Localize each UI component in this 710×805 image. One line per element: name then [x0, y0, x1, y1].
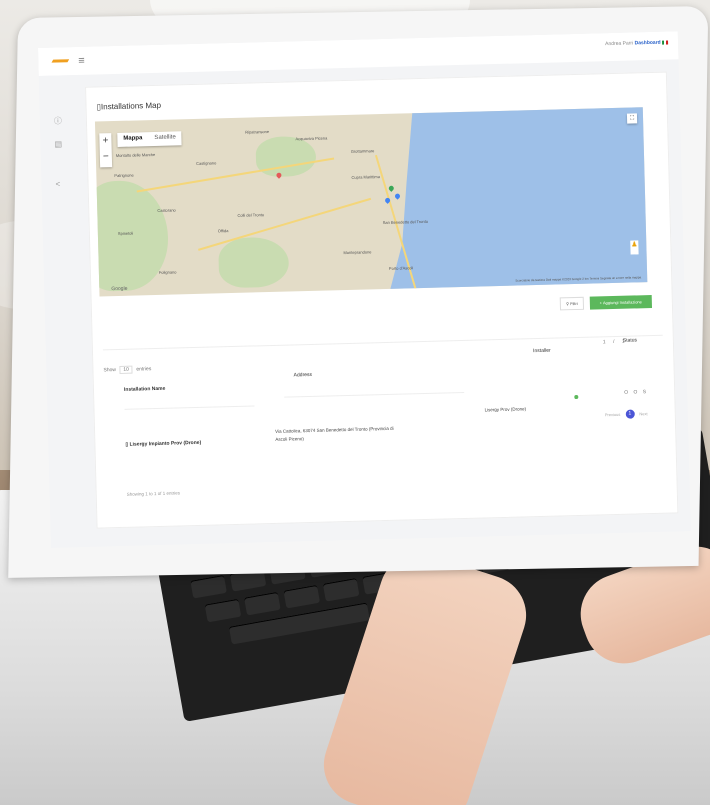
hamburger-menu-icon[interactable]: ≡ [78, 55, 85, 67]
key [322, 577, 360, 602]
map-town-label: Colli del Tronto [237, 212, 265, 218]
zoom-out-button[interactable]: − [100, 149, 112, 165]
pager-previous[interactable]: Previous [605, 412, 621, 417]
installations-map[interactable]: Ripatransone Acquaviva Picena Grottammar… [94, 107, 648, 297]
installation-address-cell: Via Cattolica, 63074 San Benedetto del T… [275, 425, 394, 442]
map-road [198, 197, 372, 251]
map-town-label: Castorano [157, 207, 176, 213]
table-info: Showing 1 to 1 of 1 entries [126, 490, 181, 497]
map-type-tabs: Mappa Satellite [117, 131, 182, 147]
user-name: Andrea Parri [605, 40, 634, 48]
photo-scene: ≡ Andrea Parri Dashboard ⓘ ▤ < ▯Installa… [0, 0, 710, 805]
key [283, 584, 321, 609]
key [190, 574, 227, 599]
pagination: Previous 1 Next [605, 409, 648, 419]
map-town-label: Montalto delle Marche [115, 151, 156, 158]
map-town-label: Ripatransone [245, 128, 270, 135]
brand-logo [51, 59, 70, 63]
list-icon[interactable]: ▤ [54, 139, 62, 148]
installation-marker[interactable] [387, 184, 395, 192]
map-town-label: Monteprandone [343, 249, 372, 256]
map-zoom-control[interactable]: + − [99, 133, 113, 168]
map-town-label: Folignano [158, 269, 177, 275]
map-town-label: Porto d'Ascoli [388, 265, 414, 271]
map-town-label: Acquaviva Picena [295, 135, 328, 142]
row-action-icons[interactable]: O O S [624, 389, 648, 396]
installer-cell: Lisergy Prov (Drone) [484, 406, 527, 413]
map-town-label: Grottammare [350, 148, 375, 154]
map-town-label: Cupra Marittima [351, 174, 381, 180]
divider [102, 334, 663, 351]
fullscreen-icon[interactable]: ⛶ [626, 113, 638, 124]
italian-flag-icon[interactable] [662, 40, 669, 45]
column-header-address[interactable]: Address [294, 372, 312, 378]
column-header-name[interactable]: Installation Name [124, 386, 166, 393]
entries-length-control: Show 10 entries [103, 365, 152, 374]
name-filter-input[interactable] [124, 395, 255, 410]
key [204, 598, 242, 623]
column-header-status[interactable]: Status [623, 337, 637, 343]
map-road [136, 157, 335, 193]
page-title: ▯Installations Map [96, 100, 162, 112]
laptop-screen: ≡ Andrea Parri Dashboard ⓘ ▤ < ▯Installa… [38, 31, 691, 548]
map-park-area [94, 179, 170, 292]
map-park-area [218, 236, 290, 289]
street-view-pegman-icon[interactable]: ♟ [630, 240, 639, 255]
google-logo: Google [111, 285, 128, 293]
filter-button[interactable]: ⚲ Filtri [559, 296, 584, 311]
map-town-label: Offida [217, 228, 229, 234]
installations-panel: ▯Installations Map Ripatransone Acquaviv… [85, 71, 679, 529]
entries-select[interactable]: 10 [119, 365, 134, 374]
map-town-label: Castignano [196, 160, 217, 166]
column-header-installer[interactable]: Installer [533, 348, 551, 354]
tab-satellite[interactable]: Satellite [148, 131, 182, 146]
info-icon[interactable]: ⓘ [54, 115, 62, 126]
key [244, 591, 281, 616]
panel-actions: ⚲ Filtri + Aggiungi Installazione [559, 295, 653, 311]
tab-map[interactable]: Mappa [117, 132, 148, 147]
map-town-label: Patrignone [114, 172, 134, 179]
topbar-user-area: Andrea Parri Dashboard [605, 40, 669, 48]
installation-name-cell[interactable]: ▯ Lisergy Impianto Prov (Drone) [125, 440, 201, 448]
share-icon[interactable]: < [55, 179, 60, 188]
map-town-label: Spinetoli [117, 230, 134, 236]
pager-next[interactable]: Next [639, 411, 647, 416]
dashboard-link[interactable]: Dashboard [634, 40, 660, 47]
zoom-in-button[interactable]: + [99, 133, 111, 149]
address-filter-input[interactable] [283, 381, 465, 398]
status-ok-indicator [574, 394, 579, 400]
add-installation-button[interactable]: + Aggiungi Installazione [589, 295, 653, 310]
pager-current-page[interactable]: 1 [625, 409, 635, 419]
installation-marker[interactable] [393, 192, 402, 200]
